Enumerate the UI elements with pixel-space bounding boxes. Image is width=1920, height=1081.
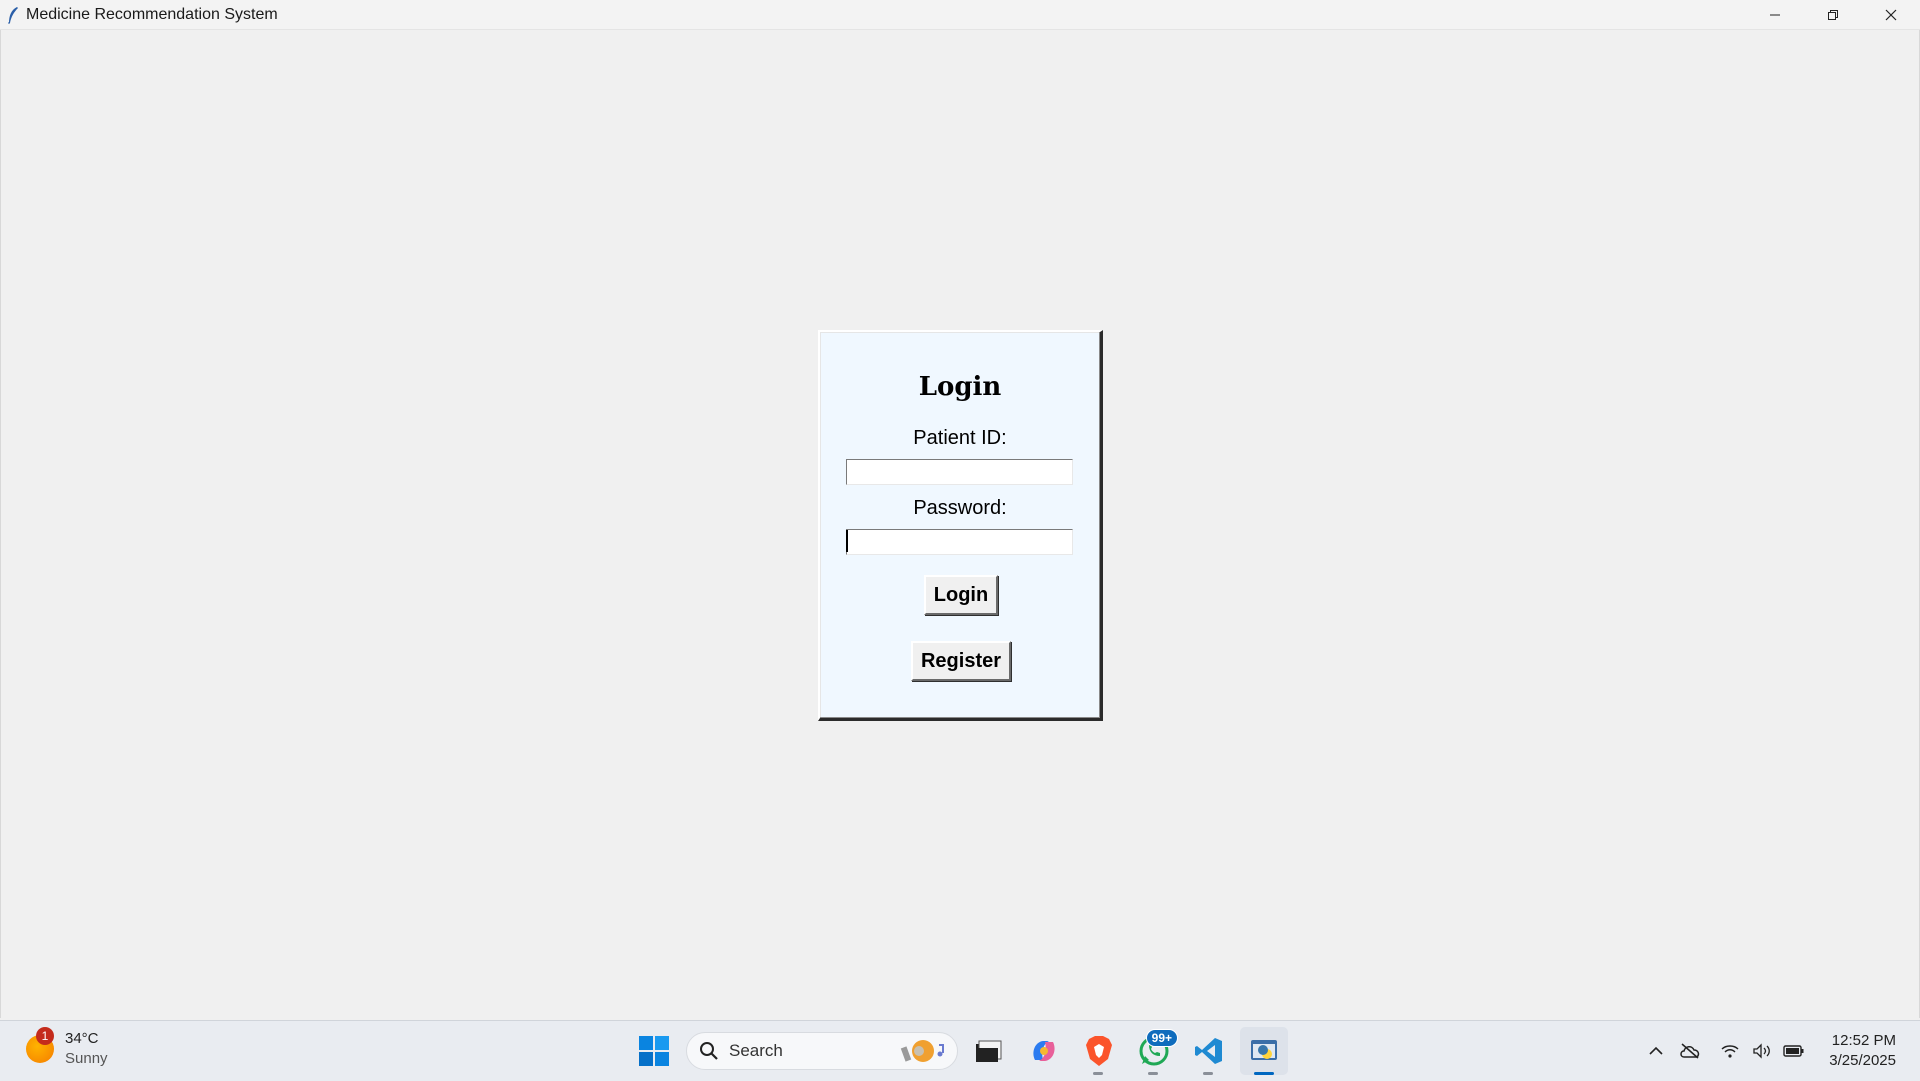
restore-icon: [1828, 9, 1838, 20]
login-panel: Login Patient ID: Password: Login Regist…: [818, 330, 1103, 721]
volume-icon: [1753, 1043, 1770, 1059]
wifi-button[interactable]: [1714, 1035, 1746, 1067]
running-indicator: [1093, 1072, 1103, 1075]
cloud-offline-icon: [1680, 1043, 1700, 1059]
window-title: Medicine Recommendation System: [26, 5, 278, 23]
python-app-icon: [1251, 1040, 1277, 1060]
login-button[interactable]: Login: [924, 575, 998, 615]
patient-id-label: Patient ID:: [913, 427, 1007, 449]
close-button[interactable]: [1862, 0, 1920, 29]
password-input[interactable]: [846, 529, 1073, 555]
weather-condition: Sunny: [65, 1050, 108, 1067]
patient-id-input[interactable]: [846, 459, 1073, 485]
onedrive-button[interactable]: [1674, 1035, 1706, 1067]
password-label: Password:: [913, 497, 1007, 519]
copilot-button[interactable]: [1020, 1027, 1068, 1075]
weather-temperature: 34°C: [65, 1030, 99, 1047]
running-indicator: [1148, 1072, 1158, 1075]
python-app-button[interactable]: [1240, 1027, 1288, 1075]
search-highlight-icon: [895, 1037, 951, 1065]
taskbar: 1 34°C Sunny Search 99+ 12:52 PM 3/25/20…: [0, 1020, 1920, 1081]
windows-start-icon: [639, 1036, 669, 1066]
vscode-icon: [1195, 1038, 1222, 1064]
file-explorer-button[interactable]: [965, 1027, 1013, 1075]
wifi-icon: [1721, 1045, 1739, 1058]
battery-charging-icon: [1783, 1045, 1804, 1057]
whatsapp-button[interactable]: 99+: [1130, 1027, 1178, 1075]
register-button[interactable]: Register: [911, 641, 1011, 681]
sun-icon: 1: [26, 1027, 54, 1063]
brave-browser-button[interactable]: [1075, 1027, 1123, 1075]
weather-badge: 1: [36, 1027, 54, 1045]
brave-browser-icon: [1086, 1036, 1112, 1066]
vscode-button[interactable]: [1185, 1027, 1233, 1075]
taskbar-clock[interactable]: 12:52 PM 3/25/2025: [1829, 1031, 1896, 1071]
weather-widget[interactable]: 1 34°C Sunny: [26, 1027, 108, 1069]
start-button[interactable]: [632, 1029, 676, 1073]
restore-button[interactable]: [1804, 0, 1862, 29]
text-cursor: [846, 530, 848, 552]
show-hidden-icons-button[interactable]: [1640, 1035, 1672, 1067]
chevron-up-icon: [1649, 1046, 1663, 1055]
active-indicator: [1254, 1072, 1274, 1075]
window-titlebar: Medicine Recommendation System: [0, 0, 1920, 30]
login-heading: Login: [918, 372, 1002, 402]
clock-time: 12:52 PM: [1831, 1032, 1896, 1049]
system-tray: [1640, 1035, 1810, 1067]
close-icon: [1885, 9, 1897, 20]
whatsapp-badge: 99+: [1145, 1029, 1178, 1047]
battery-button[interactable]: [1778, 1035, 1810, 1067]
volume-button[interactable]: [1746, 1035, 1778, 1067]
copilot-icon: [1033, 1041, 1055, 1061]
feather-icon: [7, 6, 21, 24]
running-indicator: [1203, 1072, 1213, 1075]
minimize-icon: [1770, 14, 1780, 15]
clock-date: 3/25/2025: [1829, 1052, 1896, 1069]
window-controls: [1746, 0, 1920, 29]
taskbar-apps: Search 99+: [632, 1027, 1288, 1075]
file-explorer-icon: [976, 1040, 1002, 1062]
taskbar-search[interactable]: Search: [686, 1032, 958, 1070]
search-label: Search: [729, 1041, 783, 1060]
search-icon: [700, 1042, 718, 1060]
minimize-button[interactable]: [1746, 0, 1804, 29]
